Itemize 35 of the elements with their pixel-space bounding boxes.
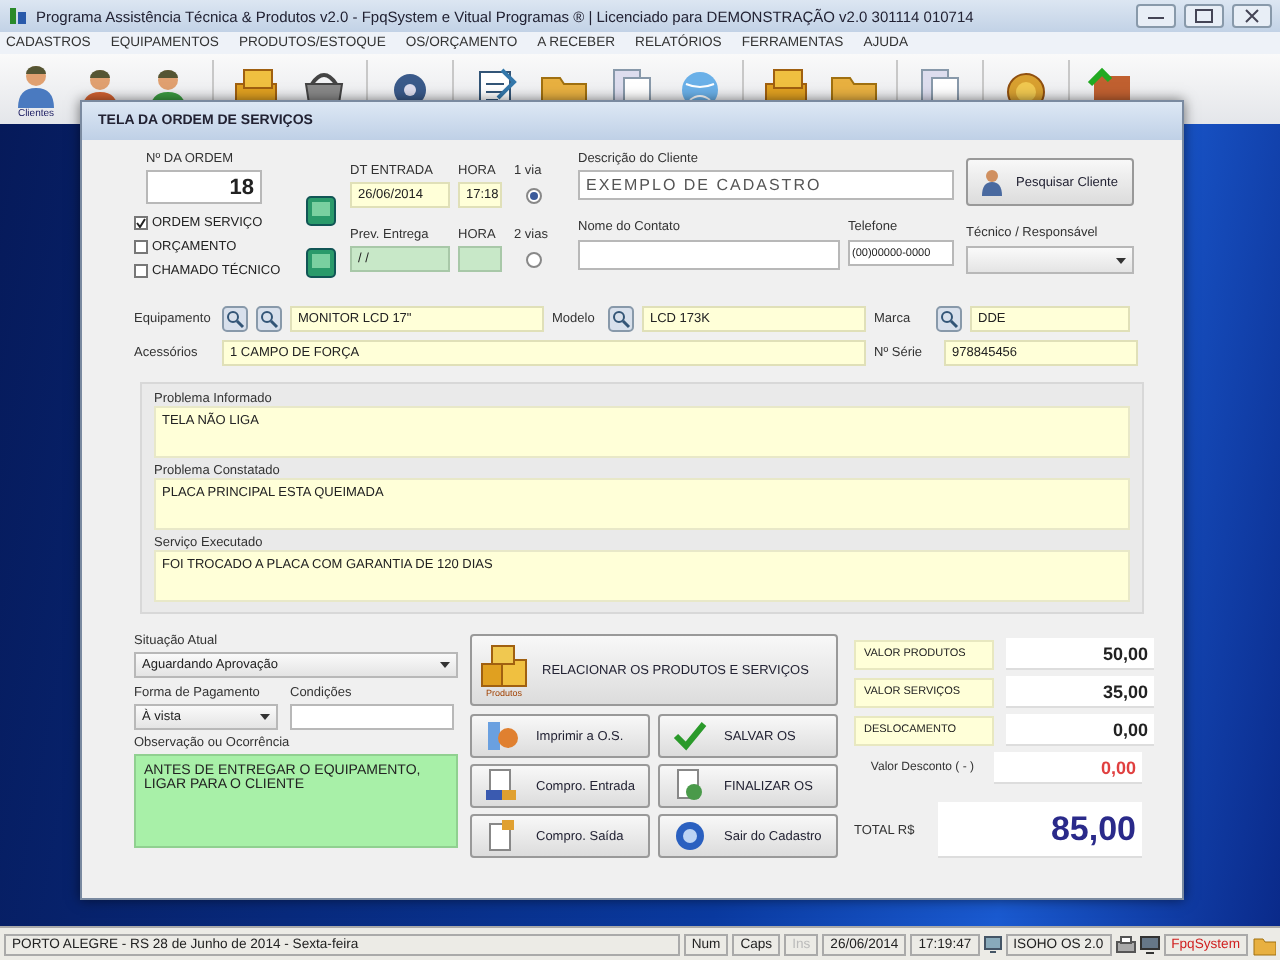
grand-total-value: 85,00 bbox=[938, 802, 1142, 858]
monitor-icon bbox=[1139, 935, 1160, 953]
receipt-icon bbox=[484, 768, 520, 804]
radio-button[interactable] bbox=[526, 187, 542, 203]
screen-icon[interactable] bbox=[306, 248, 336, 278]
caret-icon bbox=[260, 714, 270, 720]
folder-icon bbox=[1252, 932, 1276, 956]
client-field[interactable]: EXEMPLO DE CADASTRO bbox=[578, 170, 954, 200]
radio-button[interactable] bbox=[526, 251, 542, 267]
app-logo-icon bbox=[8, 6, 28, 26]
contact-field[interactable] bbox=[578, 240, 840, 270]
checkmark-icon bbox=[136, 217, 146, 227]
conditions-field[interactable] bbox=[290, 704, 454, 730]
printer-icon bbox=[1115, 935, 1136, 953]
order-number-field[interactable]: 18 bbox=[146, 170, 262, 204]
discount-value: 0,00 bbox=[994, 752, 1142, 784]
computer-icon bbox=[983, 935, 1002, 953]
minimize-button[interactable] bbox=[1136, 4, 1176, 28]
maximize-button[interactable] bbox=[1184, 4, 1224, 28]
disc-icon bbox=[672, 818, 708, 854]
search-icon[interactable] bbox=[936, 306, 962, 332]
screen-icon[interactable] bbox=[306, 196, 336, 226]
close-button[interactable] bbox=[1232, 4, 1272, 28]
search-icon[interactable] bbox=[222, 306, 248, 332]
time-field[interactable] bbox=[458, 246, 502, 272]
check-icon bbox=[672, 718, 708, 754]
search-icon[interactable] bbox=[608, 306, 634, 332]
boxes-icon bbox=[478, 643, 530, 687]
caret-icon bbox=[1116, 257, 1126, 263]
total-value: 0,00 bbox=[1006, 714, 1154, 746]
person-icon bbox=[980, 168, 1004, 196]
total-value: 50,00 bbox=[1006, 638, 1154, 670]
caret-icon bbox=[440, 662, 450, 668]
total-value: 35,00 bbox=[1006, 676, 1154, 708]
search-icon[interactable] bbox=[256, 306, 282, 332]
